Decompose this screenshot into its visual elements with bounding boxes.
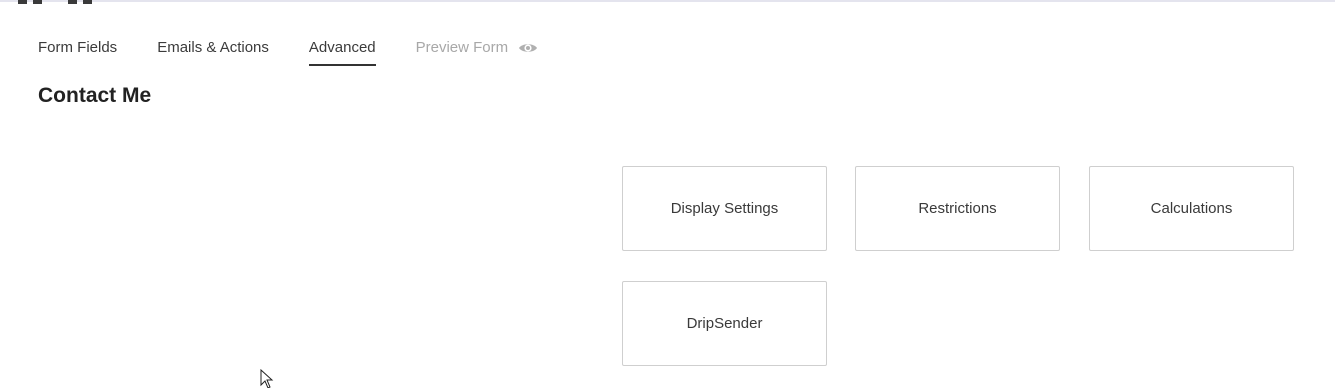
mouse-cursor-icon xyxy=(260,369,274,388)
eye-icon xyxy=(519,44,538,52)
tab-advanced[interactable]: Advanced xyxy=(308,36,376,66)
restrictions-label: Restrictions xyxy=(918,200,997,217)
tab-preview-form[interactable]: Preview Form xyxy=(416,36,539,66)
dripsender-label: DripSender xyxy=(686,315,763,332)
display-settings-label: Display Settings xyxy=(670,200,779,217)
logo-fragment xyxy=(18,0,92,4)
restrictions-card[interactable]: Restrictions xyxy=(855,166,1060,251)
builder-tabs: Form Fields Emails & Actions Advanced Pr… xyxy=(38,36,578,68)
tab-form-fields[interactable]: Form Fields xyxy=(38,36,117,66)
form-title: Contact Me xyxy=(38,84,152,107)
tab-advanced-label: Advanced xyxy=(308,39,376,56)
tab-emails-actions[interactable]: Emails & Actions xyxy=(157,36,269,66)
calculations-label: Calculations xyxy=(1150,200,1233,217)
dripsender-card[interactable]: DripSender xyxy=(622,281,827,366)
display-settings-card[interactable]: Display Settings xyxy=(622,166,827,251)
top-border xyxy=(0,0,1335,2)
tab-emails-actions-label: Emails & Actions xyxy=(157,39,269,56)
tab-form-fields-label: Form Fields xyxy=(38,39,118,56)
calculations-card[interactable]: Calculations xyxy=(1089,166,1294,251)
tab-preview-form-label: Preview Form xyxy=(415,39,509,56)
